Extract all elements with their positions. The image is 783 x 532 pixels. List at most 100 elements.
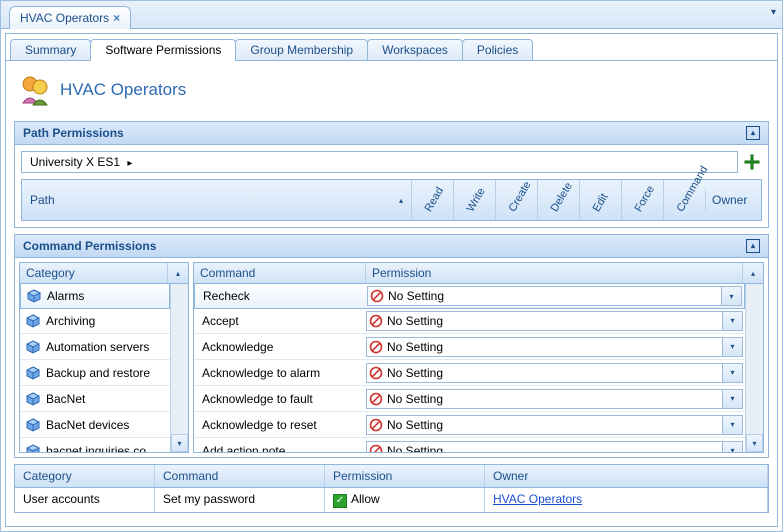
col-edit[interactable]: Edit (579, 180, 621, 220)
scroll-down-button[interactable]: ▾ (746, 434, 763, 452)
scroll-up-button[interactable]: ▴ (168, 263, 188, 283)
command-scrollbar[interactable]: ▾ (745, 284, 763, 452)
dropdown-button[interactable]: ▾ (722, 416, 742, 434)
tab-overflow-icon[interactable]: ▾ (771, 7, 776, 18)
command-item[interactable]: Acknowledge to faultNo Setting▾ (194, 386, 745, 412)
col-command[interactable]: Command (663, 180, 705, 220)
path-permissions-header[interactable]: Path Permissions ▴ (14, 121, 769, 145)
document-tab-bar: HVAC Operators × ▾ (1, 1, 782, 29)
command-permissions-section: Command Permissions ▴ Category ▴ Alarms A… (14, 234, 769, 458)
category-item[interactable]: Automation servers (20, 334, 170, 360)
command-permissions-header[interactable]: Command Permissions ▴ (14, 234, 769, 258)
category-item[interactable]: Backup and restore (20, 360, 170, 386)
scroll-track[interactable] (746, 284, 763, 434)
command-label: Accept (194, 314, 366, 328)
add-path-button[interactable] (742, 152, 762, 172)
permission-dropdown[interactable]: No Setting▾ (367, 286, 742, 306)
col-create[interactable]: Create (495, 180, 537, 220)
scroll-down-button[interactable]: ▾ (171, 434, 188, 452)
permission-value: No Setting (385, 418, 722, 432)
scroll-track[interactable] (171, 284, 188, 434)
command-column-header[interactable]: Command (194, 263, 366, 283)
category-scrollbar[interactable]: ▾ (170, 284, 188, 452)
col-read[interactable]: Read (411, 180, 453, 220)
tab-summary[interactable]: Summary (10, 39, 91, 61)
category-item[interactable]: BacNet devices (20, 412, 170, 438)
permission-column-header[interactable]: Permission (366, 263, 743, 283)
category-pane-header: Category ▴ (20, 263, 188, 284)
close-tab-icon[interactable]: × (113, 11, 120, 25)
command-item[interactable]: Add action noteNo Setting▾ (194, 438, 745, 452)
category-pane: Category ▴ Alarms ArchivingAutomation ser… (19, 262, 189, 453)
collapse-icon[interactable]: ▴ (746, 239, 760, 253)
page-title-row: HVAC Operators (14, 69, 769, 115)
command-pane: Command Permission ▴ RecheckNo Setting▾A… (193, 262, 764, 453)
tab-group-membership[interactable]: Group Membership (235, 39, 368, 61)
category-label: BacNet devices (46, 418, 170, 432)
user-group-icon (18, 73, 52, 107)
permission-dropdown[interactable]: No Setting▾ (366, 337, 743, 357)
permission-value: No Setting (385, 366, 722, 380)
section-title: Command Permissions (23, 239, 156, 253)
no-setting-icon (367, 392, 385, 406)
command-item[interactable]: RecheckNo Setting▾ (194, 284, 745, 309)
col-owner[interactable]: Owner (705, 189, 761, 211)
path-column-header[interactable]: Path ▴ (22, 180, 411, 220)
dropdown-button[interactable]: ▾ (722, 390, 742, 408)
dropdown-button[interactable]: ▾ (722, 338, 742, 356)
breadcrumb-arrow-icon: ▸ (127, 158, 132, 169)
tab-workspaces[interactable]: Workspaces (367, 39, 463, 61)
cube-icon (26, 418, 40, 432)
path-breadcrumb[interactable]: University X ES1 ▸ (21, 151, 738, 173)
sort-asc-icon: ▴ (399, 196, 403, 205)
permission-dropdown[interactable]: No Setting▾ (366, 363, 743, 383)
command-list: RecheckNo Setting▾AcceptNo Setting▾Ackno… (194, 284, 745, 452)
cube-icon (26, 392, 40, 406)
path-permissions-section: Path Permissions ▴ University X ES1 ▸ Pa… (14, 121, 769, 228)
col-owner[interactable]: Owner (485, 465, 768, 487)
command-label: Acknowledge to alarm (194, 366, 366, 380)
permission-dropdown[interactable]: No Setting▾ (366, 311, 743, 331)
col-delete[interactable]: Delete (537, 180, 579, 220)
category-item[interactable]: BacNet (20, 386, 170, 412)
command-item[interactable]: AcknowledgeNo Setting▾ (194, 334, 745, 360)
dropdown-button[interactable]: ▾ (722, 364, 742, 382)
command-item[interactable]: Acknowledge to resetNo Setting▾ (194, 412, 745, 438)
command-item[interactable]: Acknowledge to alarmNo Setting▾ (194, 360, 745, 386)
permission-cell: No Setting▾ (366, 415, 745, 435)
command-permissions-body: Category ▴ Alarms ArchivingAutomation ser… (14, 258, 769, 458)
col-category[interactable]: Category (15, 465, 155, 487)
category-item[interactable]: Alarms (20, 284, 170, 309)
no-setting-icon (367, 418, 385, 432)
category-item[interactable]: bacnet inquiries command (20, 438, 170, 452)
breadcrumb-row: University X ES1 ▸ (21, 151, 762, 173)
permission-dropdown[interactable]: No Setting▾ (366, 415, 743, 435)
collapse-icon[interactable]: ▴ (746, 126, 760, 140)
dropdown-button[interactable]: ▾ (722, 312, 742, 330)
category-label: Alarms (47, 289, 169, 303)
dropdown-button[interactable]: ▾ (721, 287, 741, 305)
category-item[interactable]: Archiving (20, 308, 170, 334)
breadcrumb-label: University X ES1 (30, 155, 120, 169)
tab-software-permissions[interactable]: Software Permissions (90, 39, 236, 61)
tab-policies[interactable]: Policies (462, 39, 533, 61)
dropdown-button[interactable]: ▾ (722, 442, 742, 453)
command-label: Acknowledge (194, 340, 366, 354)
command-item[interactable]: AcceptNo Setting▾ (194, 308, 745, 334)
col-write[interactable]: Write (453, 180, 495, 220)
no-setting-icon (367, 444, 385, 453)
cube-icon (26, 366, 40, 380)
permission-value: No Setting (385, 340, 722, 354)
permission-value: No Setting (385, 392, 722, 406)
col-permission[interactable]: Permission (325, 465, 485, 487)
table-row[interactable]: User accounts Set my password ✓Allow HVA… (15, 488, 768, 512)
category-column-header[interactable]: Category (20, 263, 168, 283)
permission-dropdown[interactable]: No Setting▾ (366, 441, 743, 453)
permission-dropdown[interactable]: No Setting▾ (366, 389, 743, 409)
scroll-up-button[interactable]: ▴ (743, 263, 763, 283)
col-force[interactable]: Force (621, 180, 663, 220)
permission-value: No Setting (386, 289, 721, 303)
col-command[interactable]: Command (155, 465, 325, 487)
owner-link[interactable]: HVAC Operators (493, 492, 582, 506)
document-tab-hvac-operators[interactable]: HVAC Operators × (9, 6, 131, 29)
